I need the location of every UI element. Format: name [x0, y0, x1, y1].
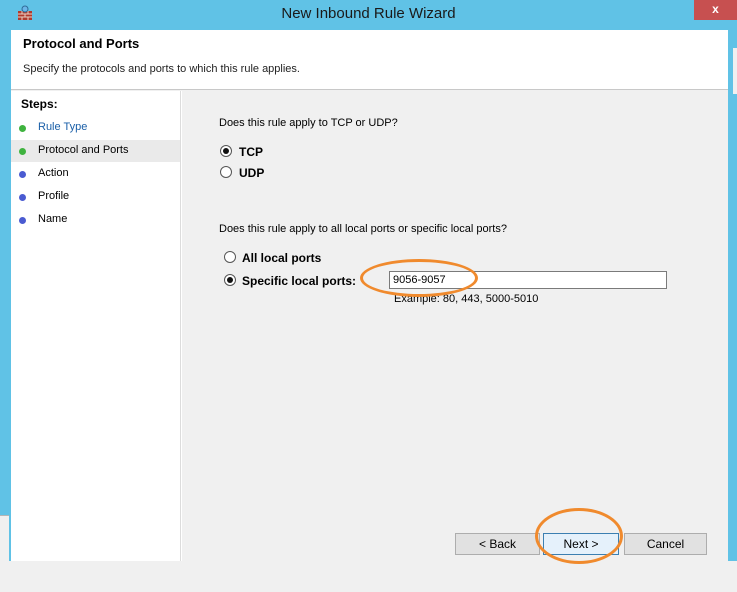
window-right-border	[728, 30, 737, 561]
steps-heading: Steps:	[21, 97, 58, 111]
wizard-header: Protocol and Ports Specify the protocols…	[11, 30, 728, 90]
protocol-question: Does this rule apply to TCP or UDP?	[219, 117, 398, 129]
tcp-radio[interactable]	[220, 145, 232, 157]
udp-label[interactable]: UDP	[239, 166, 264, 180]
step-name: Name	[11, 209, 180, 231]
specific-local-ports-radio[interactable]	[224, 274, 236, 286]
step-label: Action	[38, 167, 69, 179]
window-left-border	[0, 30, 11, 592]
step-pending-icon	[19, 194, 26, 201]
wizard-content: Does this rule apply to TCP or UDP? TCP …	[182, 91, 728, 564]
tcp-label[interactable]: TCP	[239, 145, 263, 159]
specific-ports-input[interactable]	[389, 271, 667, 289]
page-title: Protocol and Ports	[23, 36, 140, 51]
page-subtitle: Specify the protocols and ports to which…	[23, 63, 300, 75]
next-button[interactable]: Next >	[543, 533, 619, 555]
step-action: Action	[11, 163, 180, 185]
step-label: Protocol and Ports	[38, 144, 129, 156]
cancel-button[interactable]: Cancel	[624, 533, 707, 555]
step-current-icon	[19, 148, 26, 155]
step-rule-type[interactable]: Rule Type	[11, 117, 180, 139]
ports-question: Does this rule apply to all local ports …	[219, 223, 507, 235]
step-complete-icon	[19, 125, 26, 132]
close-button[interactable]: x	[694, 0, 737, 20]
specific-local-ports-label[interactable]: Specific local ports:	[242, 274, 356, 288]
step-profile: Profile	[11, 186, 180, 208]
steps-panel: Steps: Rule Type Protocol and Ports Acti…	[11, 91, 180, 561]
all-local-ports-label[interactable]: All local ports	[242, 251, 321, 265]
step-pending-icon	[19, 171, 26, 178]
step-label: Profile	[38, 190, 70, 202]
back-button[interactable]: < Back	[455, 533, 540, 555]
step-protocol-and-ports[interactable]: Protocol and Ports	[11, 140, 180, 162]
ports-example-hint: Example: 80, 443, 5000-5010	[394, 293, 539, 305]
step-label: Name	[38, 213, 68, 225]
udp-radio[interactable]	[220, 166, 232, 178]
step-label: Rule Type	[38, 121, 88, 133]
step-pending-icon	[19, 217, 26, 224]
title-bar: New Inbound Rule Wizard x	[0, 0, 737, 30]
window-title: New Inbound Rule Wizard	[281, 5, 456, 22]
all-local-ports-radio[interactable]	[224, 251, 236, 263]
